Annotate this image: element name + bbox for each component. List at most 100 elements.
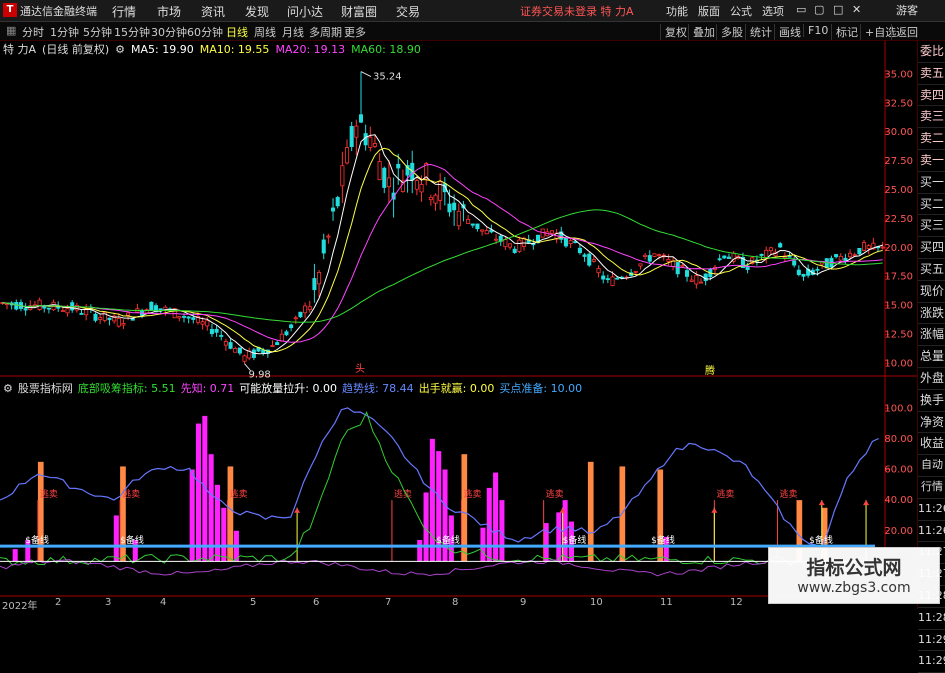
candle-body (470, 223, 475, 226)
candle-body (121, 323, 126, 326)
indicator-item: 先知: 0.71 (180, 382, 235, 395)
candle-body (726, 256, 731, 259)
candle-body (289, 324, 294, 329)
candle-body (158, 308, 163, 311)
candle-body (796, 269, 801, 275)
sidebar-time-item: 11:26 (918, 499, 945, 521)
candle-body (358, 114, 364, 123)
kline-chart[interactable]: 35.00 32.50 30.00 27.50 25.00 22.50 20.00 17.50… (0, 0, 917, 597)
candle-body (503, 239, 508, 248)
candle-body (666, 258, 671, 262)
buy-ready-label: $备线 (651, 534, 675, 546)
candle-body (452, 202, 457, 211)
candle-body (689, 279, 694, 282)
sidebar-time-item: 自动 (918, 455, 945, 477)
candle-body (14, 302, 19, 310)
candle-body (633, 270, 638, 273)
candle-body (591, 259, 596, 262)
price-tick-label: 20.00 (884, 243, 913, 254)
accumulation-bar (556, 512, 562, 562)
candle-body (428, 196, 433, 201)
sidebar-time-item: 行情 (918, 477, 945, 499)
candle-body (126, 312, 131, 316)
candle-body (219, 335, 224, 337)
ma10-line (2, 147, 883, 353)
price-tick-label: 35.00 (884, 69, 913, 80)
sidebar-quote-item: 买五 (918, 259, 945, 281)
sidebar-quote-item: 卖五 (918, 63, 945, 85)
candle-body (223, 341, 228, 346)
candle-body (447, 203, 452, 213)
sidebar-quote-item: 买四 (918, 237, 945, 259)
price-tick-label: 27.50 (884, 156, 913, 167)
indicator-info-bar: ⚙ 股票指标网 底部吸筹指标: 5.51 先知: 0.71 可能放量拉升: 0.00 趋势… (0, 380, 587, 395)
candle-body (65, 308, 70, 314)
candle-body (191, 317, 196, 320)
sidebar-quote-item: 净资 (918, 412, 945, 434)
candle-body (344, 147, 350, 164)
candle-body (801, 273, 806, 277)
price-tick-label: 17.50 (884, 272, 913, 283)
candle-body (354, 125, 359, 138)
candle-body (414, 180, 419, 190)
candle-body (396, 163, 401, 169)
accumulation-bar (429, 438, 435, 562)
candle-body (834, 254, 839, 258)
indicator-gear-icon[interactable]: ⚙ (3, 382, 13, 395)
candle-body (298, 311, 303, 318)
indicator-tick-label: 60.00 (884, 465, 913, 476)
accumulation-bar (189, 469, 195, 562)
candle-body (480, 229, 485, 232)
candle-body (233, 348, 238, 353)
buy-ready-label: $备线 (25, 534, 49, 546)
candle-body (312, 278, 317, 291)
date-tick: 8 (452, 597, 459, 608)
accumulation-bar (493, 472, 499, 562)
accumulation-bar (221, 507, 227, 562)
watermark-title: 指标公式网 (806, 557, 902, 579)
price-tick-label: 32.50 (884, 98, 913, 109)
candle-body (787, 255, 792, 258)
candle-body (186, 316, 191, 319)
accumulation-bar (543, 523, 549, 562)
quote-sidebar: 委比 卖五 卖四 卖三 卖二 卖一 买一 买二 买三 买四 买五 现价 涨跌 涨幅 总量 外盘 换手 净资 收益 自动… (917, 41, 945, 673)
candle-body (98, 317, 103, 320)
candle-body (46, 307, 51, 310)
candle-body (605, 278, 610, 281)
date-tick: 4 (160, 597, 167, 608)
sidebar-quote-item: 买一 (918, 172, 945, 194)
buy-arrow-icon (294, 507, 301, 513)
sidebar-quote-item: 涨跌 (918, 303, 945, 325)
candle-body (638, 263, 643, 267)
candle-body (382, 167, 387, 188)
date-tick: 11 (660, 597, 673, 608)
accumulation-bar (214, 484, 220, 562)
ma60-line (2, 209, 883, 323)
price-tick-label: 10.00 (884, 358, 913, 369)
candle-body (508, 243, 513, 248)
candle-body (657, 254, 662, 257)
sell-marker: 逃卖 (230, 488, 248, 500)
sidebar-time-item: 11:26 (918, 521, 945, 543)
sell-marker: 逃卖 (394, 488, 412, 500)
chart-marker: 腾 (705, 364, 715, 377)
price-tick-label: 30.00 (884, 127, 913, 138)
candle-body (568, 240, 573, 245)
candle-body (512, 248, 517, 253)
candle-body (685, 270, 690, 277)
date-tick: 2022年 (2, 601, 38, 612)
candle-body (675, 262, 680, 275)
candle-body (317, 271, 322, 285)
candle-body (778, 243, 783, 248)
candle-body (205, 320, 210, 327)
candle-body (79, 313, 84, 315)
candle-body (722, 255, 727, 259)
candle-body (181, 316, 187, 318)
candle-body (815, 268, 820, 271)
sidebar-time-item: 11:28 (918, 608, 945, 630)
candle-body (293, 317, 298, 320)
candle-body (130, 318, 135, 321)
high-pointer (360, 71, 372, 78)
buy-arrow-icon (863, 500, 870, 506)
date-tick: 2 (55, 597, 62, 608)
